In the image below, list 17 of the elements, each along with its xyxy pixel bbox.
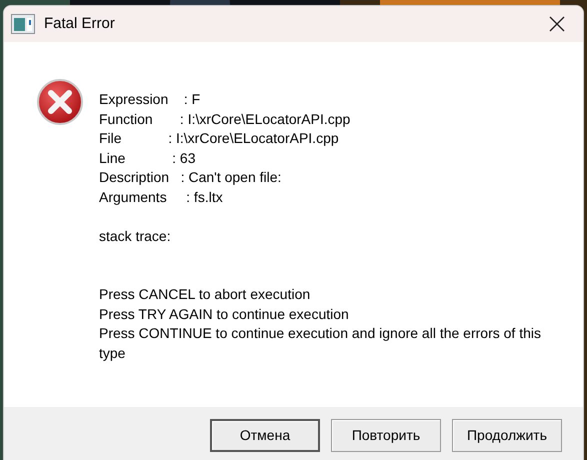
detail-line: Arguments : fs.ltx <box>99 188 223 207</box>
error-icon <box>36 78 84 126</box>
detail-line: Function : I:\xrCore\ELocatorAPI.cpp <box>99 110 350 129</box>
stack-trace-label: stack trace: <box>99 226 171 246</box>
detail-line: Line : 63 <box>99 148 196 168</box>
instruction-line: Press CONTINUE to continue execution and ignore all the errors of this type <box>99 324 542 363</box>
dialog-button[interactable]: Продолжить <box>452 419 562 452</box>
dialog-button[interactable]: Отмена <box>210 419 320 452</box>
detail-line: File : I:\xrCore\ELocatorAPI.cpp <box>99 129 339 148</box>
window-title: Fatal Error <box>44 14 115 34</box>
dialog-button[interactable]: Повторить <box>331 419 441 452</box>
instruction-line: Press CANCEL to abort execution <box>99 285 312 304</box>
detail-line: Description : Can't open file: <box>99 168 282 187</box>
detail-line: Expression : F <box>99 90 200 109</box>
app-icon <box>11 14 35 34</box>
instruction-line: Press TRY AGAIN to continue execution <box>99 304 350 324</box>
close-icon <box>549 16 565 32</box>
